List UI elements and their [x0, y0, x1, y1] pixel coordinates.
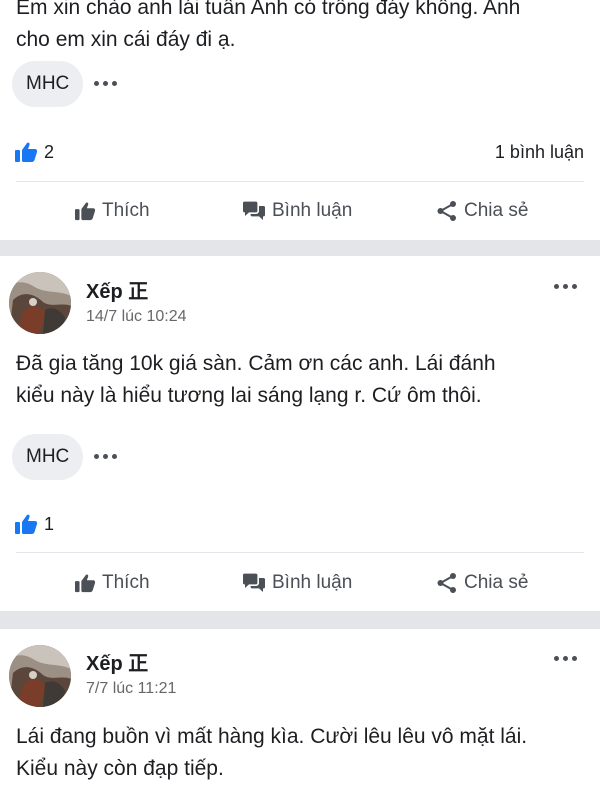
- mention-chip-mhc[interactable]: MHC: [12, 434, 84, 480]
- feed-divider: [0, 240, 600, 256]
- post-body-line: cho em xin cái đáy đi ạ.: [16, 28, 236, 51]
- post-timestamp[interactable]: 7/7 lúc 11:21: [86, 680, 176, 698]
- comment-label: Bình luận: [272, 572, 353, 593]
- post-body-line: Em xin chào anh lái tuần Anh có trồng đá…: [16, 0, 521, 19]
- chip-more-icon[interactable]: [94, 454, 117, 459]
- like-summary[interactable]: 2: [14, 141, 54, 163]
- share-button[interactable]: Chia sẻ: [436, 189, 528, 233]
- chip-label: MHC: [26, 73, 70, 94]
- avatar-image: [9, 272, 71, 334]
- post-body-line: Đã gia tăng 10k giá sàn. Cảm ơn các anh.…: [16, 352, 496, 375]
- comment-button[interactable]: Bình luận: [242, 189, 352, 233]
- share-label: Chia sẻ: [464, 200, 529, 221]
- post-card: Xếp 正 7/7 lúc 11:21 Lái đang buồn vì mất…: [0, 629, 600, 800]
- reaction-stats: 1: [14, 511, 584, 537]
- share-icon: [437, 201, 456, 221]
- share-icon: [437, 573, 456, 593]
- post-body-line: kiểu này là hiểu tương lai sáng lạng r. …: [16, 384, 482, 407]
- comment-icon: [243, 573, 265, 592]
- chip-more-icon[interactable]: [94, 81, 117, 86]
- like-label: Thích: [102, 200, 150, 221]
- post-actions: Thích Bình luận Chia sẻ: [0, 189, 600, 233]
- post-body: Đã gia tăng 10k giá sàn. Cảm ơn các anh.…: [16, 348, 584, 412]
- share-button[interactable]: Chia sẻ: [436, 561, 528, 605]
- post-body: Em xin chào anh lái tuần Anh có trồng đá…: [16, 0, 584, 56]
- post-body-line: Kiểu này còn đạp tiếp.: [16, 757, 224, 780]
- like-summary[interactable]: 1: [14, 513, 54, 535]
- avatar[interactable]: [9, 272, 71, 334]
- avatar[interactable]: [9, 645, 71, 707]
- thumbs-up-icon: [75, 574, 96, 593]
- share-label: Chia sẻ: [464, 572, 529, 593]
- reaction-stats: 2 1 bình luận: [14, 139, 584, 165]
- author-name[interactable]: Xếp 正: [86, 647, 148, 676]
- comment-icon: [243, 201, 265, 220]
- post-timestamp[interactable]: 14/7 lúc 10:24: [86, 308, 187, 326]
- post-body: Lái đang buồn vì mất hàng kìa. Cười lêu …: [16, 721, 584, 785]
- more-icon[interactable]: [554, 656, 577, 661]
- avatar-image: [9, 645, 71, 707]
- thumbs-up-icon: [75, 202, 96, 221]
- post-card: Xếp 正 14/7 lúc 10:24 Đã gia tăng 10k giá…: [0, 256, 600, 611]
- like-count: 1: [44, 513, 55, 534]
- post-body-line: Lái đang buồn vì mất hàng kìa. Cười lêu …: [16, 725, 528, 748]
- comment-button[interactable]: Bình luận: [242, 561, 352, 605]
- like-count: 2: [44, 141, 55, 162]
- like-label: Thích: [102, 572, 150, 593]
- post-actions: Thích Bình luận Chia sẻ: [0, 561, 600, 605]
- chip-label: MHC: [26, 446, 70, 467]
- more-icon[interactable]: [554, 284, 577, 289]
- comment-count[interactable]: 1 bình luận: [495, 142, 584, 163]
- thumbs-up-icon: [15, 142, 38, 162]
- thumbs-up-icon: [15, 514, 38, 534]
- like-button[interactable]: Thích: [74, 189, 150, 233]
- feed-divider: [0, 611, 600, 629]
- author-name[interactable]: Xếp 正: [86, 275, 148, 304]
- divider: [16, 181, 584, 182]
- comment-label: Bình luận: [272, 200, 353, 221]
- mention-chip-mhc[interactable]: MHC: [12, 61, 84, 107]
- like-button[interactable]: Thích: [74, 561, 150, 605]
- divider: [16, 552, 584, 553]
- post-top: Em xin chào anh lái tuần Anh có trồng đá…: [0, 0, 600, 240]
